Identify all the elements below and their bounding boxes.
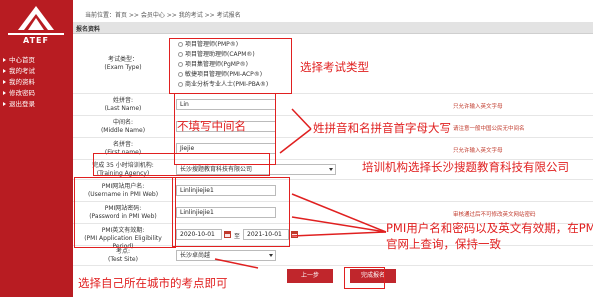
annotation-exam-type: 选择考试类型	[300, 60, 369, 74]
annotation-middle-name: 不填写中间名	[177, 119, 246, 133]
annotation-arrows	[214, 108, 387, 269]
annotation-names: 姓拼音和名拼音首字母大写	[313, 121, 451, 135]
annotation-pmi-line1: PMI用户名和密码以及英文有效期，在PMI	[386, 221, 593, 235]
annotation-training: 培训机构选择长沙搜题教育科技有限公司	[362, 160, 569, 174]
annotation-test-site: 选择自己所在城市的考点即可	[78, 276, 228, 290]
annotation-pmi-line2: 官网上查询，保持一致	[386, 237, 501, 251]
